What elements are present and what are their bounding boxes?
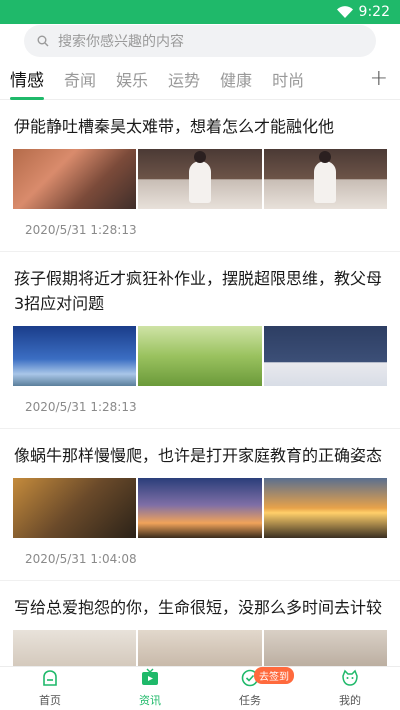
news-feed: 伊能静吐槽秦昊太难带，想着怎么才能融化他 2020/5/31 1:28:13 孩… xyxy=(0,100,400,666)
tab-fortune[interactable]: 运势 xyxy=(168,58,200,100)
add-tab-button[interactable]: + xyxy=(370,66,388,91)
tab-fashion[interactable]: 时尚 xyxy=(272,58,304,100)
article-images xyxy=(13,478,387,538)
article-images xyxy=(13,630,387,666)
article-title[interactable]: 写给总爱抱怨的你，生命很短，没那么多时间去计较 xyxy=(14,581,386,620)
nav-news[interactable]: 资讯 xyxy=(100,667,200,710)
search-icon xyxy=(37,35,49,47)
article-time: 2020/5/31 1:04:08 xyxy=(25,552,137,566)
nav-label: 任务 xyxy=(239,694,261,707)
article-title[interactable]: 孩子假期将近才疯狂补作业，摆脱超限思维，教父母3招应对问题 xyxy=(14,252,386,316)
article-image[interactable] xyxy=(13,478,137,538)
article-time: 2020/5/31 1:28:13 xyxy=(25,400,137,414)
search-area: 搜索你感兴趣的内容 xyxy=(0,24,400,58)
nav-profile[interactable]: 我的 xyxy=(300,667,400,710)
status-bar: 9:22 xyxy=(0,0,400,24)
article-image[interactable] xyxy=(138,630,262,666)
article-title[interactable]: 像蜗牛那样慢慢爬，也许是打开家庭教育的正确姿态 xyxy=(14,429,386,468)
wifi-icon xyxy=(336,6,353,18)
nav-tasks[interactable]: 去签到 任务 xyxy=(200,667,300,710)
article-image[interactable] xyxy=(13,326,137,386)
list-item[interactable]: 像蜗牛那样慢慢爬，也许是打开家庭教育的正确姿态 2020/5/31 1:04:0… xyxy=(0,429,400,581)
home-icon xyxy=(43,670,57,686)
article-image[interactable] xyxy=(138,149,262,209)
nav-label: 资讯 xyxy=(139,694,161,707)
article-image[interactable] xyxy=(263,478,387,538)
tab-entertainment[interactable]: 娱乐 xyxy=(116,58,148,100)
status-time: 9:22 xyxy=(358,4,390,20)
tv-icon xyxy=(142,668,158,685)
search-input[interactable]: 搜索你感兴趣的内容 xyxy=(24,25,376,57)
article-image[interactable] xyxy=(263,326,387,386)
article-time: 2020/5/31 1:28:13 xyxy=(25,223,137,237)
nav-label: 我的 xyxy=(339,694,361,707)
checkin-badge[interactable]: 去签到 xyxy=(254,667,294,684)
article-image[interactable] xyxy=(263,630,387,666)
tab-emotion[interactable]: 情感 xyxy=(10,58,44,100)
article-image[interactable] xyxy=(13,149,137,209)
article-image[interactable] xyxy=(13,630,137,666)
bottom-nav: 首页 资讯 去签到 任务 我的 xyxy=(0,666,400,710)
article-image[interactable] xyxy=(138,326,262,386)
article-image[interactable] xyxy=(263,149,387,209)
article-image[interactable] xyxy=(138,478,262,538)
tab-health[interactable]: 健康 xyxy=(220,58,252,100)
list-item[interactable]: 写给总爱抱怨的你，生命很短，没那么多时间去计较 xyxy=(0,581,400,666)
category-tabs: 情感 奇闻 娱乐 运势 健康 时尚 + xyxy=(0,58,400,100)
list-item[interactable]: 孩子假期将近才疯狂补作业，摆脱超限思维，教父母3招应对问题 2020/5/31 … xyxy=(0,252,400,429)
nav-label: 首页 xyxy=(39,694,61,707)
tab-oddities[interactable]: 奇闻 xyxy=(64,58,96,100)
list-item[interactable]: 伊能静吐槽秦昊太难带，想着怎么才能融化他 2020/5/31 1:28:13 xyxy=(0,100,400,252)
article-images xyxy=(13,326,387,386)
nav-home[interactable]: 首页 xyxy=(0,667,100,710)
article-title[interactable]: 伊能静吐槽秦昊太难带，想着怎么才能融化他 xyxy=(14,100,386,139)
profile-icon xyxy=(342,669,358,686)
article-images xyxy=(13,149,387,209)
search-placeholder: 搜索你感兴趣的内容 xyxy=(58,34,184,50)
